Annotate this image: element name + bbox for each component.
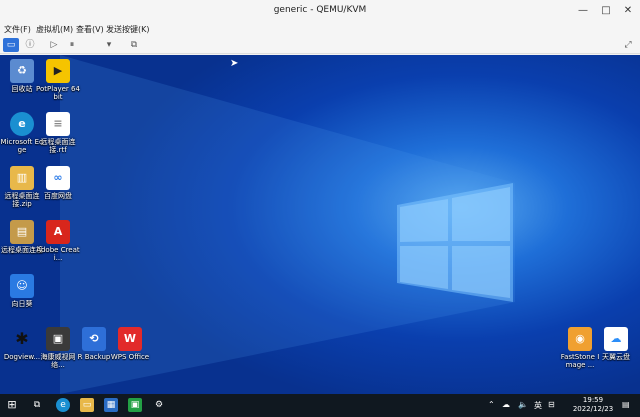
- volume-icon[interactable]: 🔈: [518, 400, 528, 409]
- close-button[interactable]: ✕: [621, 4, 635, 18]
- file-explorer-icon[interactable]: ▭: [80, 398, 94, 412]
- console-icon[interactable]: ▭: [3, 38, 19, 52]
- desktop-icon-potplayer[interactable]: ▶ PotPlayer 64 bit: [36, 59, 80, 101]
- menu-send-key[interactable]: 发送按键(K): [106, 24, 150, 35]
- recycle-bin-icon: ♻: [10, 59, 34, 83]
- dropdown-icon[interactable]: ▾: [101, 38, 117, 52]
- info-icon[interactable]: ⓘ: [22, 38, 38, 52]
- mouse-cursor-icon: ➤: [230, 58, 239, 69]
- taskbar-clock[interactable]: 19:59 2022/12/23: [568, 396, 618, 414]
- potplayer-icon: ▶: [46, 59, 70, 83]
- clock-date: 2022/12/23: [572, 405, 614, 413]
- desktop-icon-baidu-netdisk[interactable]: ∞ 百度网盘: [36, 166, 80, 200]
- cloud-icon[interactable]: ☁: [502, 400, 510, 409]
- dogview-icon: ✱: [15, 329, 29, 348]
- desktop-icon-rtf-document[interactable]: ≡ 远程桌面连接.rtf: [36, 112, 80, 154]
- baidu-netdisk-icon: ∞: [46, 166, 70, 190]
- zip-icon: ▥: [10, 166, 34, 190]
- desktop-icon-tianyi-cloud[interactable]: ☁ 天翼云盘: [594, 327, 638, 361]
- document-icon: ≡: [46, 112, 70, 136]
- maximize-button[interactable]: □: [599, 4, 613, 18]
- fullscreen-icon[interactable]: ⤢: [620, 38, 636, 52]
- desktop: ♻ 回收站 ▶ PotPlayer 64 bit e Microsoft Edg…: [0, 55, 640, 394]
- notification-icon[interactable]: ▤: [622, 400, 630, 409]
- menu-file[interactable]: 文件(F): [4, 24, 31, 35]
- desktop-icon-sunlogin[interactable]: ☺ 向日葵: [0, 274, 44, 308]
- adobe-icon: A: [46, 220, 70, 244]
- input-language[interactable]: 英: [534, 400, 542, 411]
- cloud-drive-icon: ☁: [604, 327, 628, 351]
- store-icon[interactable]: ▦: [104, 398, 118, 412]
- window-title: generic - QEMU/KVM: [273, 5, 367, 15]
- taskbar: ⊞ ⧉ e ▭ ▦ ▣ ⚙ ⌃ ☁ 🔈 英 ⊟ 19:59 2022/12/23…: [0, 394, 640, 417]
- window-titlebar: generic - QEMU/KVM — □ ✕: [0, 0, 640, 22]
- desktop-icon-adobe[interactable]: A Adobe Creati...: [36, 220, 80, 262]
- chevron-up-icon[interactable]: ⌃: [488, 400, 495, 409]
- clock-time: 19:59: [582, 396, 604, 404]
- desktop-icon-wps-office[interactable]: W WPS Office: [108, 327, 152, 361]
- hikvision-icon: ▣: [46, 327, 70, 351]
- menu-vm[interactable]: 虚拟机(M): [36, 24, 73, 35]
- menu-view[interactable]: 查看(V): [76, 24, 104, 35]
- backup-icon: ⟲: [82, 327, 106, 351]
- minimize-button[interactable]: —: [576, 4, 590, 18]
- edge-icon: e: [10, 112, 34, 136]
- archive-icon: ▤: [10, 220, 34, 244]
- pause-icon[interactable]: ⏸: [64, 38, 80, 52]
- edge-taskbar-icon[interactable]: e: [56, 398, 70, 412]
- settings-icon[interactable]: ⚙: [152, 398, 166, 412]
- wps-icon: W: [118, 327, 142, 351]
- terminal-icon[interactable]: ▣: [128, 398, 142, 412]
- play-icon[interactable]: ▷: [46, 38, 62, 52]
- start-button[interactable]: ⊞: [5, 398, 19, 412]
- toolbar: ▭ ⓘ ▷ ⏸ ▾ ⧉ ⤢: [0, 36, 640, 54]
- sunlogin-icon: ☺: [10, 274, 34, 298]
- menubar: 文件(F) 虚拟机(M) 查看(V) 发送按键(K): [0, 22, 640, 36]
- faststone-icon: ◉: [568, 327, 592, 351]
- input-method-icon[interactable]: ⊟: [548, 400, 555, 409]
- snapshot-icon[interactable]: ⧉: [126, 38, 142, 52]
- task-view-icon[interactable]: ⧉: [30, 398, 44, 412]
